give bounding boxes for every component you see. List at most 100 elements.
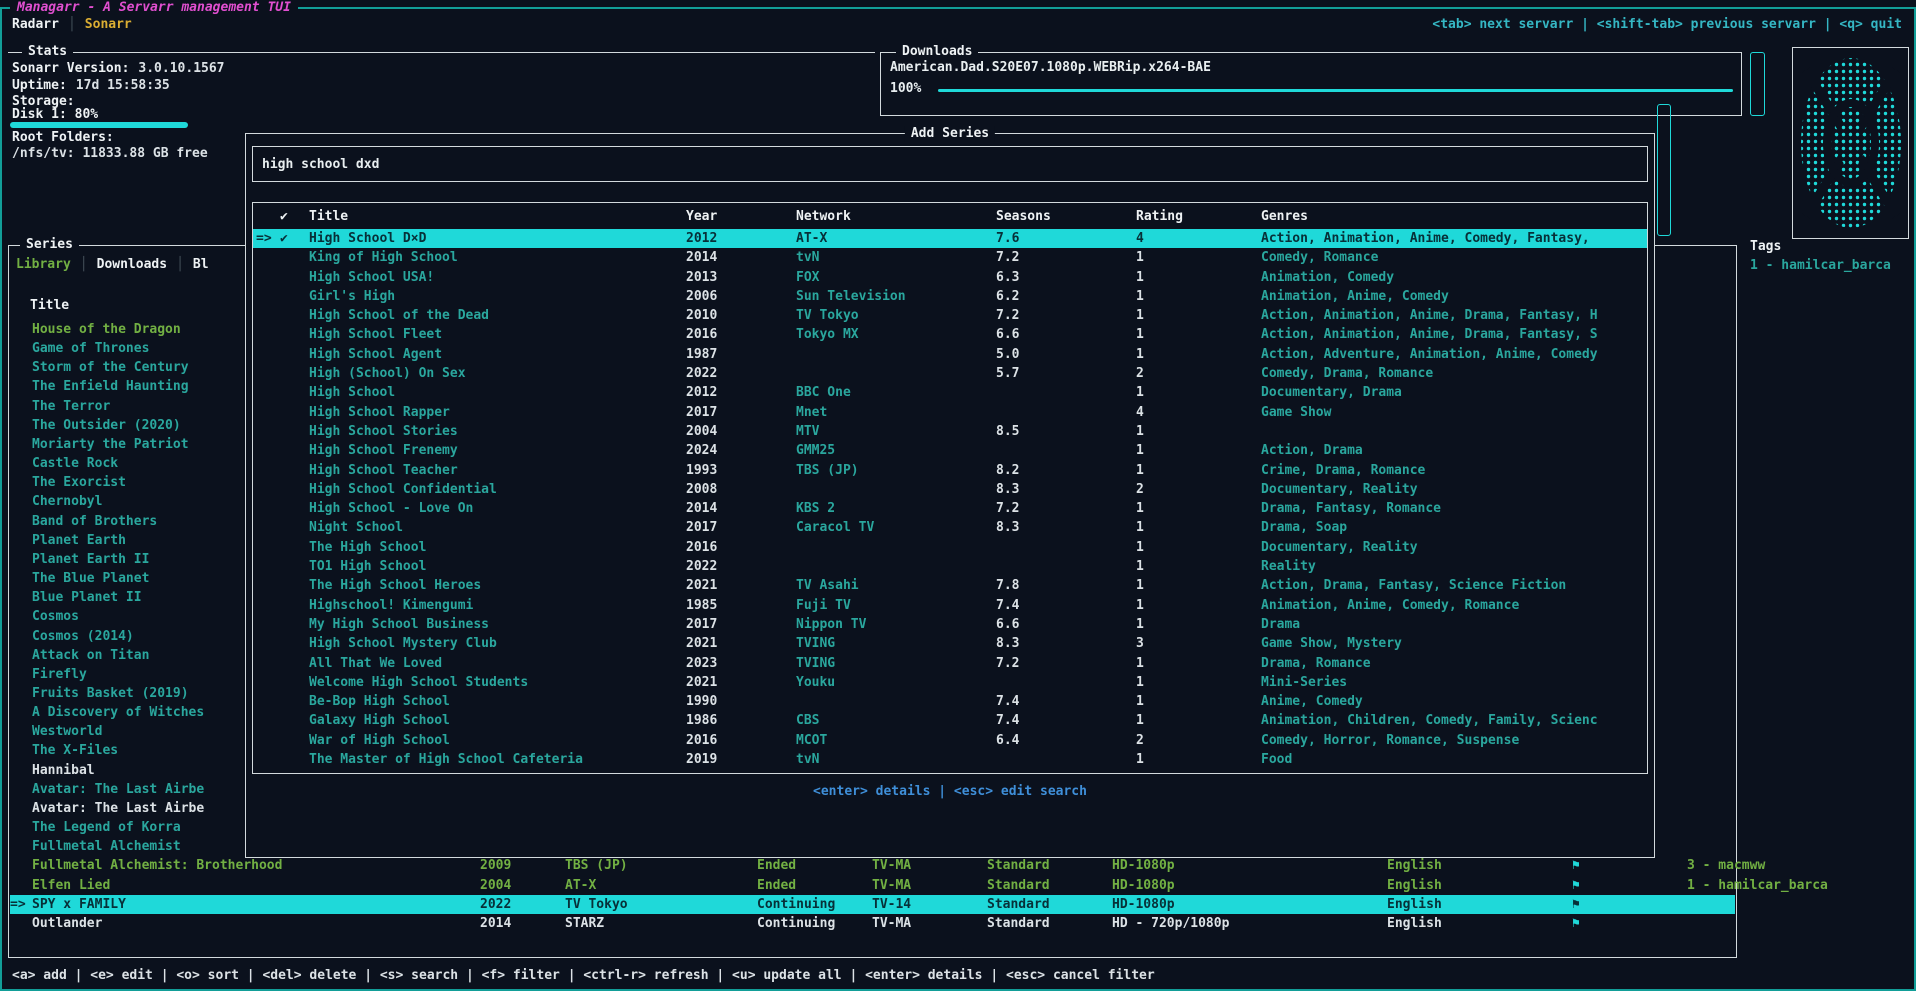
search-result-row[interactable]: High School Mystery Club2021TVING8.33Gam…	[253, 634, 1647, 653]
series-title: Fruits Basket (2019)	[32, 684, 189, 703]
search-result-row[interactable]: High (School) On Sex20225.72Comedy, Dram…	[253, 364, 1647, 383]
result-seasons: 8.3	[996, 480, 1019, 499]
result-seasons: 6.2	[996, 287, 1019, 306]
search-result-row[interactable]: Galaxy High School1986CBS7.41Animation, …	[253, 711, 1647, 730]
result-genres: Game Show, Mystery	[1261, 634, 1644, 653]
result-network: TV Asahi	[796, 576, 859, 595]
search-result-row[interactable]: High School Frenemy2024GMM251Action, Dra…	[253, 441, 1647, 460]
servarr-switch-help: <tab> next servarr | <shift-tab> previou…	[1432, 17, 1902, 33]
result-title: The High School	[309, 538, 426, 557]
result-seasons: 7.8	[996, 576, 1019, 595]
result-year: 1986	[686, 711, 717, 730]
series-status: Ended	[757, 876, 796, 895]
result-year: 2013	[686, 268, 717, 287]
series-network: STARZ	[565, 914, 604, 933]
series-title: Firefly	[32, 665, 87, 684]
search-result-row[interactable]: Highschool! Kimengumi1985Fuji TV7.41Anim…	[253, 596, 1647, 615]
result-rating: 4	[1136, 229, 1144, 248]
search-result-row[interactable]: Girl's High2006Sun Television6.21Animati…	[253, 287, 1647, 306]
search-result-row[interactable]: My High School Business2017Nippon TV6.61…	[253, 615, 1647, 634]
result-network: TV Tokyo	[796, 306, 859, 325]
result-genres: Action, Animation, Anime, Drama, Fantasy…	[1261, 325, 1644, 344]
result-network: FOX	[796, 268, 819, 287]
search-result-row[interactable]: Welcome High School Students2021Youku1Mi…	[253, 673, 1647, 692]
result-title: TO1 High School	[309, 557, 426, 576]
tab-blocklist[interactable]: Bl	[193, 257, 209, 273]
series-title: Outlander	[32, 914, 102, 933]
search-result-row[interactable]: TO1 High School20221Reality	[253, 557, 1647, 576]
result-title: High School Confidential	[309, 480, 497, 499]
result-year: 2010	[686, 306, 717, 325]
add-series-search-input[interactable]	[252, 146, 1648, 182]
result-genres: Drama, Soap	[1261, 518, 1644, 537]
download-item-title[interactable]: American.Dad.S20E07.1080p.WEBRip.x264-BA…	[890, 60, 1211, 76]
add-series-modal-title: Add Series	[905, 126, 995, 142]
download-progress-bar	[938, 89, 1733, 92]
search-result-row[interactable]: Night School2017Caracol TV8.31Drama, Soa…	[253, 518, 1647, 537]
search-result-row[interactable]: High School Fleet2016Tokyo MX6.61Action,…	[253, 325, 1647, 344]
series-row[interactable]: Elfen Lied2004AT-XEndedTV-MAStandardHD-1…	[10, 876, 1735, 895]
result-title: Night School	[309, 518, 403, 537]
series-title: The X-Files	[32, 741, 118, 760]
search-result-row[interactable]: High School Confidential20088.32Document…	[253, 480, 1647, 499]
search-result-row[interactable]: High School USA!2013FOX6.31Animation, Co…	[253, 268, 1647, 287]
result-title: High School Mystery Club	[309, 634, 497, 653]
search-result-row[interactable]: The High School20161Documentary, Reality	[253, 538, 1647, 557]
result-network: tvN	[796, 248, 819, 267]
results-column-header: Genres	[1261, 206, 1644, 228]
result-seasons: 5.7	[996, 364, 1019, 383]
search-result-row[interactable]: High School Rapper2017Mnet4Game Show	[253, 403, 1647, 422]
result-genres: Action, Animation, Anime, Comedy, Fantas…	[1261, 229, 1644, 248]
series-certification: TV-14	[872, 895, 911, 914]
series-title: Planet Earth II	[32, 550, 149, 569]
search-result-row[interactable]: High School Stories2004MTV8.51	[253, 422, 1647, 441]
search-result-row[interactable]: All That We Loved2023TVING7.21Drama, Rom…	[253, 654, 1647, 673]
app-title: Managarr - A Servarr management TUI	[10, 0, 298, 16]
tab-sonarr[interactable]: Sonarr	[85, 17, 132, 33]
search-result-row[interactable]: High School Agent19875.01Action, Adventu…	[253, 345, 1647, 364]
tab-library[interactable]: Library	[16, 257, 71, 273]
search-result-row[interactable]: High School of the Dead2010TV Tokyo7.21A…	[253, 306, 1647, 325]
search-result-row[interactable]: High School Teacher1993TBS (JP)8.21Crime…	[253, 461, 1647, 480]
series-row[interactable]: =>SPY x FAMILY2022TV TokyoContinuingTV-1…	[10, 895, 1735, 914]
search-result-row[interactable]: High School2012BBC One1Documentary, Dram…	[253, 383, 1647, 402]
series-tabs: Library │ Downloads │ Bl	[16, 257, 209, 273]
results-column-header: Rating	[1136, 206, 1183, 228]
result-title: King of High School	[309, 248, 458, 267]
series-title: Band of Brothers	[32, 512, 157, 531]
series-title: The Exorcist	[32, 473, 126, 492]
managarr-app: Managarr - A Servarr management TUI Rada…	[0, 0, 1916, 991]
search-result-row[interactable]: =>✔High School D×D2012AT-X7.64Action, An…	[253, 229, 1647, 248]
selection-arrow-icon: =>	[10, 895, 26, 914]
series-language: English	[1387, 895, 1442, 914]
result-seasons: 8.2	[996, 461, 1019, 480]
search-result-row[interactable]: The Master of High School Cafeteria2019t…	[253, 750, 1647, 769]
tab-radarr[interactable]: Radarr	[12, 17, 59, 33]
result-network: AT-X	[796, 229, 827, 248]
result-title: High School of the Dead	[309, 306, 489, 325]
search-result-row[interactable]: The High School Heroes2021TV Asahi7.81Ac…	[253, 576, 1647, 595]
result-title: All That We Loved	[309, 654, 442, 673]
result-seasons: 6.6	[996, 325, 1019, 344]
result-seasons: 6.6	[996, 615, 1019, 634]
result-seasons: 7.2	[996, 499, 1019, 518]
result-title: High School Rapper	[309, 403, 450, 422]
tab-separator: │	[68, 17, 76, 33]
search-result-row[interactable]: War of High School2016MCOT6.42Comedy, Ho…	[253, 731, 1647, 750]
result-year: 2023	[686, 654, 717, 673]
selection-arrow-icon: =>	[256, 229, 272, 248]
result-title: High School Stories	[309, 422, 458, 441]
series-network: TV Tokyo	[565, 895, 628, 914]
series-row[interactable]: Outlander2014STARZContinuingTV-MAStandar…	[10, 914, 1735, 933]
tab-downloads[interactable]: Downloads	[97, 257, 167, 273]
series-row[interactable]: Fullmetal Alchemist: Brotherhood2009TBS …	[10, 856, 1735, 875]
search-result-row[interactable]: King of High School2014tvN7.21Comedy, Ro…	[253, 248, 1647, 267]
series-title: Fullmetal Alchemist: Brotherhood	[32, 856, 282, 875]
search-result-row[interactable]: Be-Bop High School19907.41Anime, Comedy	[253, 692, 1647, 711]
result-network: GMM25	[796, 441, 835, 460]
series-title: Storm of the Century	[32, 358, 189, 377]
tag-icon: ⚑	[1572, 856, 1580, 875]
series-language: English	[1387, 856, 1442, 875]
result-year: 2022	[686, 557, 717, 576]
search-result-row[interactable]: High School - Love On2014KBS 27.21Drama,…	[253, 499, 1647, 518]
